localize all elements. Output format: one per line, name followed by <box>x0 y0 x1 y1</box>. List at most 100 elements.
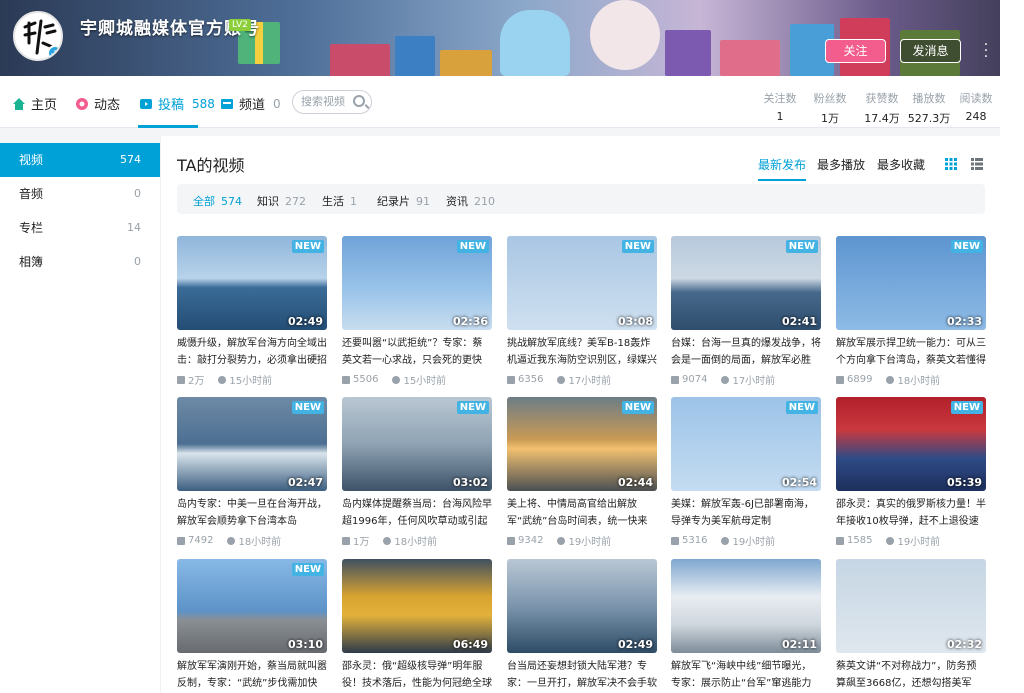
stat-plays: 播放数 527.3万 <box>907 92 951 125</box>
video-title[interactable]: 解放军军演刚开始，蔡当局就叫嚣反制，专家：“武统”步伐需加快 <box>177 658 327 692</box>
follow-button[interactable]: 关注 <box>825 39 886 63</box>
avatar[interactable]: + <box>13 11 63 61</box>
play-count: 1万 <box>342 533 369 548</box>
search-icon[interactable] <box>353 95 365 107</box>
video-thumbnail[interactable]: NEW 02:36 <box>342 236 492 330</box>
tab-submissions[interactable]: 投稿 588 <box>139 94 215 113</box>
filter-knowledge[interactable]: 知识 272 <box>257 193 306 209</box>
play-count: 7492 <box>177 533 213 548</box>
video-title[interactable]: 邵永灵：俄“超级核导弹”明年服役！技术落后，性能为何冠绝全球 <box>342 658 492 692</box>
video-title[interactable]: 解放军展示捍卫统一能力：可从三个方向拿下台湾岛，蔡英文若懂得没 <box>836 335 986 369</box>
scrollbar[interactable] <box>1000 0 1024 693</box>
video-thumbnail[interactable]: NEW 03:08 <box>507 236 657 330</box>
upload-time-value: 19小时前 <box>568 537 612 548</box>
video-thumbnail[interactable]: 02:49 <box>507 559 657 653</box>
sidebar-item-audio[interactable]: 音频 0 <box>0 177 160 211</box>
video-duration: 02:36 <box>452 315 488 328</box>
tab-home[interactable]: 主页 <box>12 94 57 113</box>
video-card[interactable]: NEW 02:54 美媒：解放军轰-6J已部署南海，导弹专为美军航母定制 5316 19… <box>671 397 821 548</box>
video-thumbnail[interactable]: NEW 02:54 <box>671 397 821 491</box>
message-button[interactable]: 发消息 <box>900 39 961 63</box>
video-thumbnail[interactable]: NEW 03:02 <box>342 397 492 491</box>
stat-following[interactable]: 关注数 1 <box>760 90 800 126</box>
stat-fans[interactable]: 粉丝数 1万 <box>805 90 855 126</box>
sidebar-item-albums[interactable]: 相簿 0 <box>0 245 160 279</box>
grid-view-icon[interactable] <box>945 158 957 170</box>
video-card[interactable]: 02:32 蔡英文讲“不对称战力”，防务预算飙至3668亿，还想勾搭美军 <box>836 559 986 692</box>
upload-time: 19小时前 <box>557 533 611 548</box>
play-icon <box>177 375 185 384</box>
video-thumbnail[interactable]: NEW 02:33 <box>836 236 986 330</box>
filter-life[interactable]: 生活 1 <box>322 193 357 209</box>
video-title[interactable]: 威慑升级，解放军台海方向全域出击：敲打分裂势力，必须拿出硬招 <box>177 335 327 369</box>
play-count-value: 6899 <box>847 374 873 385</box>
video-card[interactable]: NEW 02:49 威慑升级，解放军台海方向全域出击：敲打分裂势力，必须拿出硬招 2万… <box>177 236 327 387</box>
sidebar-item-articles[interactable]: 专栏 14 <box>0 211 160 245</box>
video-card[interactable]: 06:49 邵永灵：俄“超级核导弹”明年服役！技术落后，性能为何冠绝全球 <box>342 559 492 692</box>
channel-icon <box>220 97 234 111</box>
video-card[interactable]: NEW 02:47 岛内专家：中美一旦在台海开战，解放军会顺势拿下台湾本岛 7492 1… <box>177 397 327 548</box>
video-thumbnail[interactable]: NEW 03:10 <box>177 559 327 653</box>
video-title[interactable]: 美媒：解放军轰-6J已部署南海，导弹专为美军航母定制 <box>671 496 821 530</box>
video-meta: 6899 18小时前 <box>836 372 986 387</box>
video-title[interactable]: 台当局还妄想封锁大陆军港？专家：一旦开打，解放军决不会手软 <box>507 658 657 692</box>
video-card[interactable]: 02:11 解放军飞“海峡中线”细节曝光，专家：展示防止“台军”窜逃能力 <box>671 559 821 692</box>
new-badge: NEW <box>456 240 489 253</box>
video-thumbnail[interactable]: NEW 02:47 <box>177 397 327 491</box>
video-card[interactable]: NEW 02:44 美上将、中情局高官给出解放军“武统”台岛时间表，统一快来 9342… <box>507 397 657 548</box>
play-count: 9074 <box>671 372 707 387</box>
video-thumbnail[interactable]: NEW 02:49 <box>177 236 327 330</box>
video-card[interactable]: NEW 03:08 挑战解放军底线？美军B-18轰炸机逼近我东海防空识别区，绿媒兴奋… <box>507 236 657 387</box>
filter-all[interactable]: 全部 574 <box>193 193 242 209</box>
search-input[interactable]: 搜索视频 <box>292 90 372 114</box>
sort-most-played[interactable]: 最多播放 <box>817 156 865 173</box>
video-card[interactable]: NEW 02:41 台媒：台海一旦真的爆发战争，将会是一面倒的局面，解放军必胜 907… <box>671 236 821 387</box>
video-title[interactable]: 美上将、中情局高官给出解放军“武统”台岛时间表，统一快来 <box>507 496 657 530</box>
video-thumbnail[interactable]: 06:49 <box>342 559 492 653</box>
play-icon <box>671 536 679 545</box>
more-menu-icon[interactable]: · · · <box>983 38 989 64</box>
video-card[interactable]: NEW 02:33 解放军展示捍卫统一能力：可从三个方向拿下台湾岛，蔡英文若懂得没 6… <box>836 236 986 387</box>
video-title[interactable]: 邵永灵：真实的俄罗斯核力量！半年接收10枚导弹，赶不上退役速度 <box>836 496 986 530</box>
video-meta: 1万 18小时前 <box>342 533 492 548</box>
list-view-icon[interactable] <box>971 158 983 170</box>
video-title[interactable]: 挑战解放军底线？美军B-18轰炸机逼近我东海防空识别区，绿媒兴奋 <box>507 335 657 369</box>
video-card[interactable]: 02:49 台当局还妄想封锁大陆军港？专家：一旦开打，解放军决不会手软 <box>507 559 657 692</box>
upload-time: 19小时前 <box>886 533 940 548</box>
video-card[interactable]: NEW 05:39 邵永灵：真实的俄罗斯核力量！半年接收10枚导弹，赶不上退役速度 1… <box>836 397 986 548</box>
clock-icon <box>392 375 401 384</box>
sort-most-favorited[interactable]: 最多收藏 <box>877 156 925 173</box>
new-badge: NEW <box>950 401 983 414</box>
video-card[interactable]: NEW 03:02 岛内媒体提醒蔡当局：台海风险早超1996年，任何风吹草动或引起战… <box>342 397 492 548</box>
video-thumbnail[interactable]: NEW 02:41 <box>671 236 821 330</box>
video-title[interactable]: 还要叫嚣“以武拒统”？专家：蔡英文若一心求战，只会死的更快 <box>342 335 492 369</box>
video-title[interactable]: 台媒：台海一旦真的爆发战争，将会是一面倒的局面，解放军必胜 <box>671 335 821 369</box>
filter-documentary[interactable]: 纪录片 91 <box>377 193 430 209</box>
filter-news[interactable]: 资讯 210 <box>446 193 495 209</box>
video-card[interactable]: NEW 03:10 解放军军演刚开始，蔡当局就叫嚣反制，专家：“武统”步伐需加快 <box>177 559 327 692</box>
video-duration: 02:49 <box>617 638 653 651</box>
video-title[interactable]: 岛内媒体提醒蔡当局：台海风险早超1996年，任何风吹草动或引起战 <box>342 496 492 530</box>
play-count-value: 1585 <box>847 535 873 546</box>
video-card[interactable]: NEW 02:36 还要叫嚣“以武拒统”？专家：蔡英文若一心求战，只会死的更快 550… <box>342 236 492 387</box>
new-badge: NEW <box>621 240 654 253</box>
tab-channels[interactable]: 频道 0 <box>220 94 281 113</box>
upload-time-value: 18小时前 <box>238 537 282 548</box>
tab-dynamic[interactable]: 动态 <box>75 94 120 113</box>
video-title[interactable]: 岛内专家：中美一旦在台海开战，解放军会顺势拿下台湾本岛 <box>177 496 327 530</box>
video-duration: 02:11 <box>781 638 817 651</box>
video-title[interactable]: 解放军飞“海峡中线”细节曝光，专家：展示防止“台军”窜逃能力 <box>671 658 821 692</box>
sort-latest[interactable]: 最新发布 <box>758 156 807 181</box>
video-meta: 5506 15小时前 <box>342 372 492 387</box>
upload-time: 17小时前 <box>721 372 775 387</box>
video-thumbnail[interactable]: NEW 02:44 <box>507 397 657 491</box>
video-thumbnail[interactable]: NEW 05:39 <box>836 397 986 491</box>
video-title[interactable]: 蔡英文讲“不对称战力”，防务预算飙至3668亿，还想勾搭美军 <box>836 658 986 692</box>
video-thumbnail[interactable]: 02:32 <box>836 559 986 653</box>
video-thumbnail[interactable]: 02:11 <box>671 559 821 653</box>
upload-time-value: 19小时前 <box>732 537 776 548</box>
new-badge: NEW <box>950 240 983 253</box>
sidebar-item-video[interactable]: 视频 574 <box>0 143 160 177</box>
new-badge: NEW <box>291 401 324 414</box>
video-duration: 02:33 <box>946 315 982 328</box>
